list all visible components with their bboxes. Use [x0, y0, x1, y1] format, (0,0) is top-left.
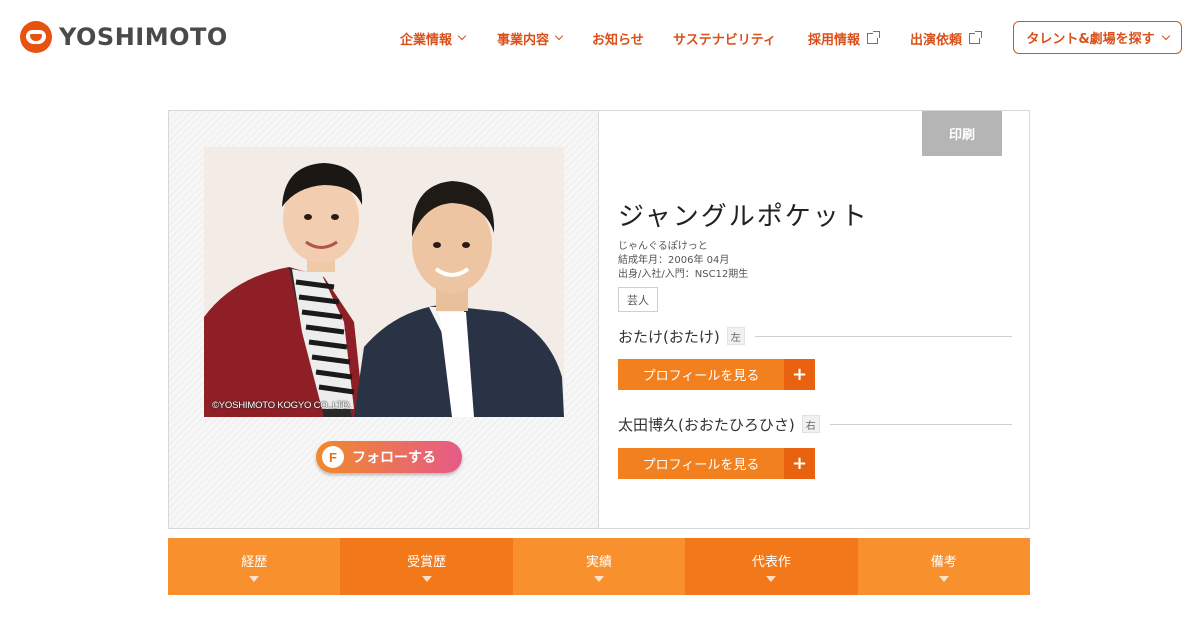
tab-awards[interactable]: 受賞歴: [340, 538, 513, 595]
divider: [754, 335, 1012, 337]
tab-label: 経歴: [241, 555, 268, 570]
nav-item-booking[interactable]: 出演依頼: [910, 29, 983, 48]
view-profile-button[interactable]: プロフィールを見る +: [618, 448, 815, 479]
talent-theater-search-button[interactable]: タレント&劇場を探す: [1013, 21, 1182, 54]
follow-button[interactable]: F フォローする: [316, 441, 462, 473]
follow-button-label: フォローする: [352, 450, 436, 466]
tab-achievements[interactable]: 実績: [512, 538, 686, 595]
view-profile-button[interactable]: プロフィールを見る +: [618, 359, 815, 390]
member-name: おたけ(おたけ): [618, 327, 720, 346]
triangle-down-icon: [766, 576, 777, 582]
member-row: 太田博久(おおたひろひさ) 右: [618, 414, 1012, 434]
member-row: おたけ(おたけ) 左: [618, 326, 1012, 346]
nav-item-sustainability[interactable]: サステナビリティ: [673, 29, 776, 48]
triangle-down-icon: [938, 576, 949, 582]
tab-label: 備考: [930, 555, 957, 570]
logo-mouth-icon: [20, 21, 52, 53]
tab-label: 代表作: [751, 555, 791, 570]
nav-item-business[interactable]: 事業内容: [497, 29, 564, 48]
view-profile-label: プロフィールを見る: [618, 448, 784, 479]
nav-item-label: 企業情報: [400, 32, 453, 48]
yoshimoto-logo[interactable]: YOSHIMOTO: [20, 20, 228, 54]
triangle-down-icon: [249, 576, 260, 582]
tab-label: 受賞歴: [407, 555, 447, 570]
tab-notes[interactable]: 備考: [857, 538, 1030, 595]
follow-f-icon: F: [322, 446, 344, 468]
profile-photo-pane: ©YOSHIMOTO KOGYO CO.,LTD. F フォローする: [169, 111, 599, 528]
divider: [829, 423, 1012, 425]
member-position-badge: 左: [726, 327, 745, 345]
nav-item-label: お知らせ: [592, 32, 644, 48]
talent-name: ジャングルポケット: [618, 202, 869, 232]
plus-icon: +: [784, 448, 815, 479]
external-link-icon: [867, 30, 881, 44]
formed-date: 結成年月：2006年 04月: [618, 255, 730, 266]
chevron-down-icon: [554, 31, 564, 41]
nav-item-recruit[interactable]: 採用情報: [808, 29, 881, 48]
photo-copyright: ©YOSHIMOTO KOGYO CO.,LTD.: [212, 400, 352, 411]
view-profile-label: プロフィールを見る: [618, 359, 784, 390]
logo-text: YOSHIMOTO: [59, 23, 228, 51]
nav-item-label: サステナビリティ: [673, 32, 776, 48]
triangle-down-icon: [421, 576, 432, 582]
triangle-down-icon: [593, 576, 604, 582]
chevron-down-icon: [457, 31, 467, 41]
tab-career[interactable]: 経歴: [168, 538, 341, 595]
print-button[interactable]: 印刷: [922, 111, 1002, 156]
search-button-label: タレント&劇場を探す: [1026, 32, 1155, 47]
nav-item-label: 出演依頼: [910, 32, 963, 48]
nav-item-company[interactable]: 企業情報: [400, 29, 467, 48]
nav-item-news[interactable]: お知らせ: [592, 29, 644, 48]
category-tag[interactable]: 芸人: [618, 287, 658, 312]
tab-label: 実績: [585, 555, 612, 570]
member-name: 太田博久(おおたひろひさ): [618, 415, 795, 434]
origin-info: 出身/入社/入門：NSC12期生: [618, 269, 749, 280]
nav-item-label: 採用情報: [808, 32, 861, 48]
talent-kana: じゃんぐるぽけっと: [618, 241, 708, 252]
profile-photo: ©YOSHIMOTO KOGYO CO.,LTD.: [204, 147, 564, 417]
external-link-icon: [969, 30, 983, 44]
site-header: YOSHIMOTO 企業情報 事業内容 お知らせ サステナビリティ 採用情報 出…: [0, 0, 1200, 76]
tab-representative-works[interactable]: 代表作: [685, 538, 858, 595]
chevron-down-icon: [1161, 31, 1170, 40]
nav-item-label: 事業内容: [497, 32, 550, 48]
member-position-badge: 右: [801, 415, 820, 433]
profile-section-tabs: 経歴 受賞歴 実績 代表作 備考: [168, 538, 1030, 595]
plus-icon: +: [784, 359, 815, 390]
profile-card: ©YOSHIMOTO KOGYO CO.,LTD. F フォローする 印刷 ジャ…: [168, 110, 1030, 529]
